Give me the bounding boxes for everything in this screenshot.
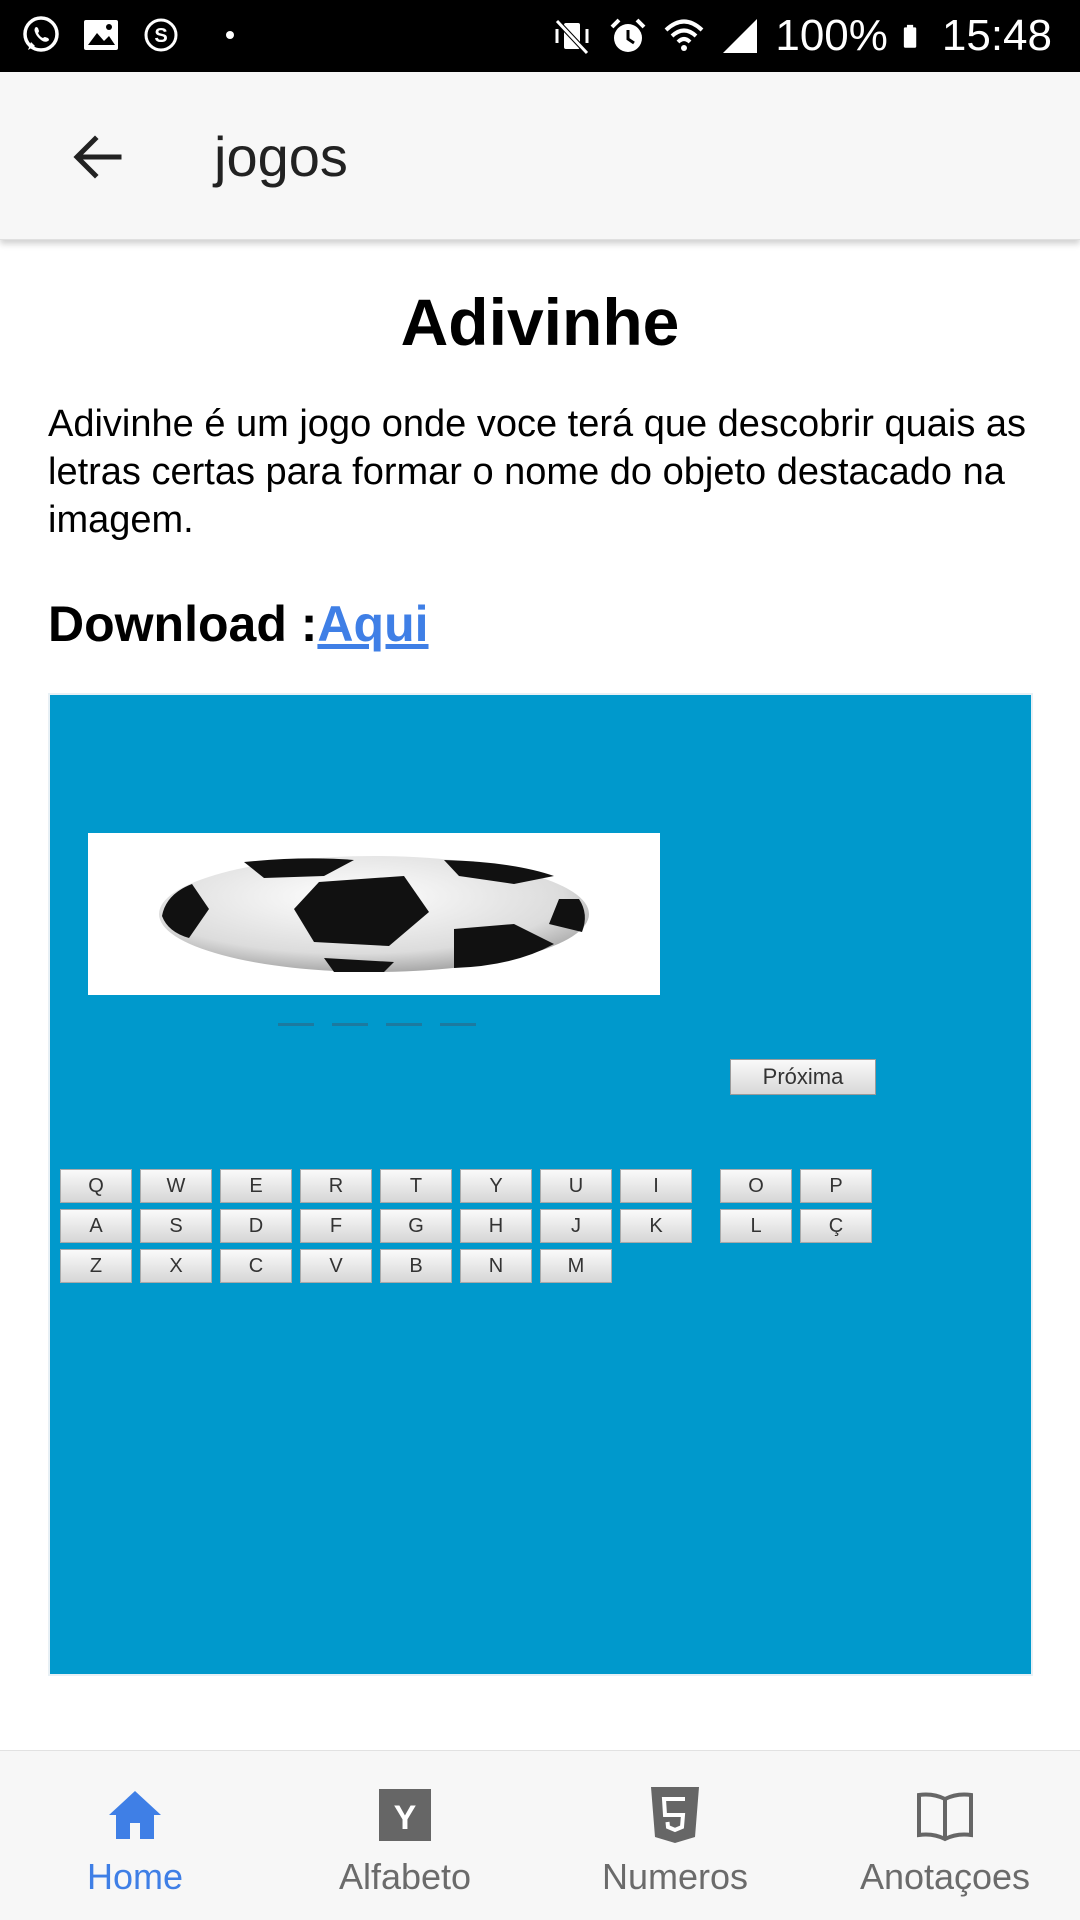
battery-icon bbox=[903, 24, 917, 48]
page-title: Adivinhe bbox=[400, 285, 680, 359]
home-icon bbox=[105, 1785, 165, 1845]
key: R bbox=[300, 1169, 372, 1203]
arrow-back-icon bbox=[73, 135, 122, 179]
vibrate-mute-icon bbox=[555, 19, 590, 55]
key: K bbox=[620, 1209, 692, 1243]
download-row: Download :Aqui bbox=[48, 592, 429, 656]
key: S bbox=[140, 1209, 212, 1243]
keyboard-row-2: A S D F G H J K L Ç bbox=[60, 1209, 880, 1243]
key: C bbox=[220, 1249, 292, 1283]
soccer-ball-image bbox=[159, 856, 589, 972]
nav-item-home[interactable]: Home bbox=[0, 1751, 270, 1920]
app-bar: jogos bbox=[0, 72, 1080, 240]
key: T bbox=[380, 1169, 452, 1203]
key: J bbox=[540, 1209, 612, 1243]
signal-icon bbox=[723, 19, 758, 53]
download-label: Download : bbox=[48, 596, 318, 652]
status-bar-system: 100% 15:48 bbox=[551, 10, 1052, 62]
letter-slot bbox=[332, 1023, 368, 1026]
key: B bbox=[380, 1249, 452, 1283]
key: M bbox=[540, 1249, 612, 1283]
key: W bbox=[140, 1169, 212, 1203]
status-bar-notifications: S bbox=[20, 14, 234, 56]
key: D bbox=[220, 1209, 292, 1243]
keyboard-row-1: Q W E R T Y U I O P bbox=[60, 1169, 880, 1203]
key: X bbox=[140, 1249, 212, 1283]
alarm-icon bbox=[610, 18, 646, 52]
object-image-box bbox=[88, 833, 660, 995]
key: L bbox=[720, 1209, 792, 1243]
key: E bbox=[220, 1169, 292, 1203]
svg-text:Y: Y bbox=[394, 1799, 417, 1837]
bottom-navigation: Home Y Alfabeto Numeros Anotaçoes bbox=[0, 1750, 1080, 1920]
s-badge-icon: S bbox=[144, 18, 178, 52]
download-link[interactable]: Aqui bbox=[317, 596, 428, 652]
nav-item-numeros[interactable]: Numeros bbox=[540, 1751, 810, 1920]
y-letter-icon: Y bbox=[375, 1785, 435, 1845]
key: Z bbox=[60, 1249, 132, 1283]
svg-text:S: S bbox=[154, 25, 167, 47]
nav-item-anotacoes[interactable]: Anotaçoes bbox=[810, 1751, 1080, 1920]
html5-icon bbox=[645, 1785, 705, 1845]
main-content: Adivinhe Adivinhe é um jogo onde voce te… bbox=[0, 240, 1080, 1750]
clock: 15:48 bbox=[941, 11, 1052, 60]
key: I bbox=[620, 1169, 692, 1203]
nav-item-alfabeto[interactable]: Y Alfabeto bbox=[270, 1751, 540, 1920]
letter-slot bbox=[386, 1023, 422, 1026]
key: P bbox=[800, 1169, 872, 1203]
back-button[interactable] bbox=[62, 122, 132, 192]
key: U bbox=[540, 1169, 612, 1203]
more-notifications-dot bbox=[226, 31, 234, 39]
key: Ç bbox=[800, 1209, 872, 1243]
answer-slots bbox=[278, 1023, 476, 1026]
key: Y bbox=[460, 1169, 532, 1203]
nav-label: Numeros bbox=[601, 1856, 749, 1897]
letter-slot bbox=[278, 1023, 314, 1026]
key: Q bbox=[60, 1169, 132, 1203]
nav-label: Alfabeto bbox=[338, 1856, 472, 1897]
next-button: Próxima bbox=[730, 1059, 876, 1095]
game-description: Adivinhe é um jogo onde voce terá que de… bbox=[48, 403, 1027, 541]
app-bar-title: jogos bbox=[214, 125, 348, 188]
battery-percent: 100% bbox=[775, 11, 888, 60]
nav-label: Anotaçoes bbox=[859, 1856, 1031, 1897]
wifi-icon bbox=[664, 19, 704, 51]
nav-label: Home bbox=[86, 1856, 184, 1897]
key: A bbox=[60, 1209, 132, 1243]
key: G bbox=[380, 1209, 452, 1243]
whatsapp-icon bbox=[23, 16, 59, 52]
key: F bbox=[300, 1209, 372, 1243]
image-icon bbox=[84, 20, 118, 50]
game-screenshot: Próxima Q W E R T Y U I O P A S D F G H … bbox=[48, 693, 1033, 1676]
status-bar: S 100% 15:48 bbox=[0, 0, 1080, 72]
book-icon bbox=[915, 1785, 975, 1845]
key: N bbox=[460, 1249, 532, 1283]
key: V bbox=[300, 1249, 372, 1283]
letter-slot bbox=[440, 1023, 476, 1026]
keyboard-row-3: Z X C V B N M bbox=[60, 1249, 620, 1283]
key: H bbox=[460, 1209, 532, 1243]
key: O bbox=[720, 1169, 792, 1203]
